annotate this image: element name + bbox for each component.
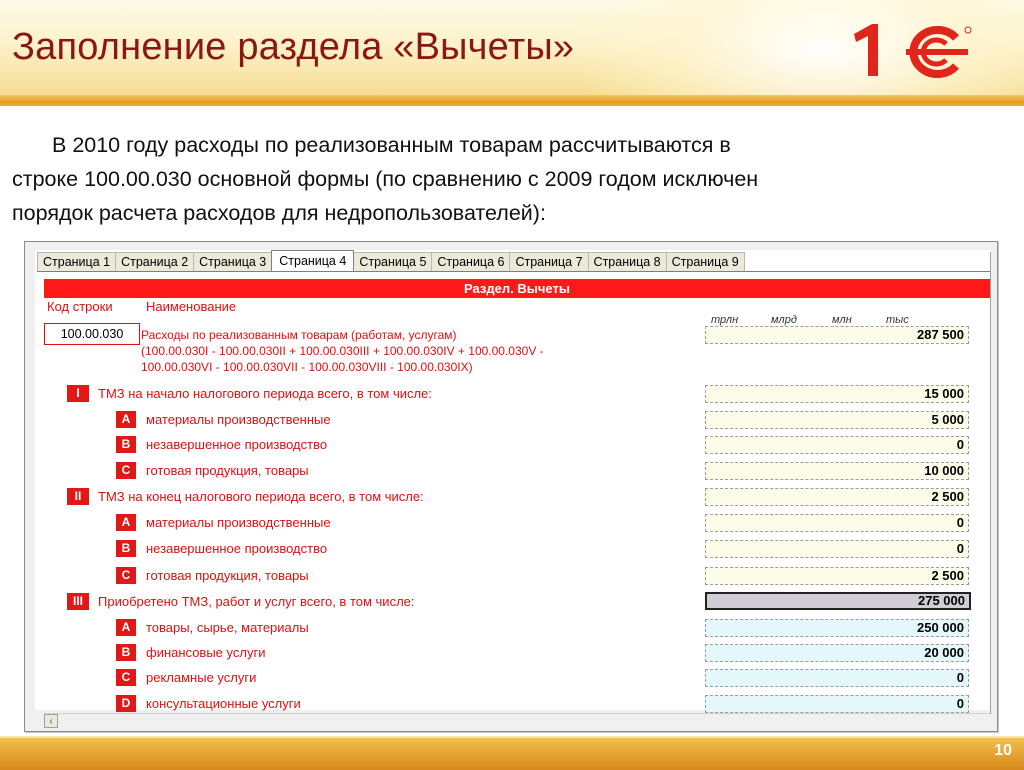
item-label-i-b: незавершенное производство — [146, 437, 328, 452]
tab-page-5[interactable]: Страница 5 — [353, 252, 433, 271]
item-label-iii-a: товары, сырье, материалы — [146, 620, 309, 635]
tab-page-7[interactable]: Страница 7 — [509, 252, 589, 271]
item-label-iii-c: рекламные услуги — [146, 670, 257, 685]
unit-trillion: трлн — [711, 314, 739, 326]
item-value-iii-c[interactable]: 0 — [705, 669, 969, 687]
main-row-description: Расходы по реализованным товарам (работа… — [141, 327, 701, 375]
item-badge-iii-c: C — [116, 669, 136, 686]
item-badge-ii-b: B — [116, 540, 136, 557]
section-badge-ii: II — [67, 488, 89, 505]
tab-page-4[interactable]: Страница 4 — [271, 250, 355, 271]
tab-page-3[interactable]: Страница 3 — [193, 252, 273, 271]
intro-paragraph: В 2010 году расходы по реализованным тов… — [12, 128, 1012, 230]
line-code-field[interactable]: 100.00.030 — [44, 323, 140, 345]
section-label-iii: Приобретено ТМЗ, работ и услуг всего, в … — [98, 594, 415, 609]
form-right-border — [990, 252, 991, 714]
item-value-ii-c[interactable]: 2 500 — [705, 567, 969, 585]
slide-title: Заполнение раздела «Вычеты» — [12, 26, 575, 68]
item-value-ii-a[interactable]: 0 — [705, 514, 969, 532]
section-badge-iii: III — [67, 593, 89, 610]
column-header-name: Наименование — [146, 299, 237, 314]
item-badge-ii-c: C — [116, 567, 136, 584]
column-header-code: Код строки — [47, 299, 113, 314]
item-label-iii-b: финансовые услуги — [146, 645, 266, 660]
item-value-i-a[interactable]: 5 000 — [705, 411, 969, 429]
item-badge-i-a: A — [116, 411, 136, 428]
horizontal-scrollbar[interactable]: ‹ — [44, 713, 990, 728]
section-badge-i: I — [67, 385, 89, 402]
1c-logo — [854, 24, 972, 78]
item-badge-iii-a: A — [116, 619, 136, 636]
section-label-ii: ТМЗ на конец налогового периода всего, в… — [98, 489, 424, 504]
item-badge-iii-d: D — [116, 695, 136, 712]
item-label-i-a: материалы производственные — [146, 412, 331, 427]
item-badge-ii-a: A — [116, 514, 136, 531]
page-number: 10 — [994, 742, 1012, 759]
item-value-iii-d[interactable]: 0 — [705, 695, 969, 713]
intro-line-3: порядок расчета расходов для недропользо… — [12, 201, 546, 225]
unit-million: млн — [832, 314, 852, 326]
item-label-ii-a: материалы производственные — [146, 515, 331, 530]
header-strip — [0, 95, 1024, 103]
chevron-left-icon[interactable]: ‹ — [44, 714, 58, 728]
slide-footer — [0, 736, 1024, 770]
section-value-i[interactable]: 15 000 — [705, 385, 969, 403]
tab-page-9[interactable]: Страница 9 — [665, 252, 745, 271]
item-value-ii-b[interactable]: 0 — [705, 540, 969, 558]
tab-page-2[interactable]: Страница 2 — [115, 252, 195, 271]
item-value-i-c[interactable]: 10 000 — [705, 462, 969, 480]
unit-billion: млрд — [771, 314, 797, 326]
item-value-iii-b[interactable]: 20 000 — [705, 644, 969, 662]
section-value-ii[interactable]: 2 500 — [705, 488, 969, 506]
main-desc-line-2: (100.00.030I - 100.00.030II + 100.00.030… — [141, 344, 544, 358]
item-label-ii-b: незавершенное производство — [146, 541, 328, 556]
intro-line-1: В 2010 году расходы по реализованным тов… — [52, 133, 731, 157]
item-value-iii-a[interactable]: 250 000 — [705, 619, 969, 637]
main-desc-line-3: 100.00.030VI - 100.00.030VII - 100.00.03… — [141, 360, 473, 374]
slide-header: Заполнение раздела «Вычеты» — [0, 0, 1024, 106]
tab-page-6[interactable]: Страница 6 — [431, 252, 511, 271]
item-badge-i-c: C — [116, 462, 136, 479]
section-label-i: ТМЗ на начало налогового периода всего, … — [98, 386, 432, 401]
intro-line-2: строке 100.00.030 основной формы (по сра… — [12, 167, 759, 191]
item-badge-i-b: B — [116, 436, 136, 453]
section-banner: Раздел. Вычеты — [44, 279, 990, 298]
item-badge-iii-b: B — [116, 644, 136, 661]
tab-page-1[interactable]: Страница 1 — [37, 252, 117, 271]
item-label-i-c: готовая продукция, товары — [146, 463, 309, 478]
main-row-value[interactable]: 287 500 — [705, 326, 969, 344]
item-label-ii-c: готовая продукция, товары — [146, 568, 309, 583]
tab-page-8[interactable]: Страница 8 — [587, 252, 667, 271]
item-label-iii-d: консультационные услуги — [146, 696, 301, 711]
main-desc-line-1: Расходы по реализованным товарам (работа… — [141, 328, 457, 342]
page-tabs: Страница 1 Страница 2 Страница 3 Страниц… — [37, 250, 991, 272]
section-value-iii[interactable]: 275 000 — [705, 592, 971, 610]
unit-thousand: тыс — [886, 314, 909, 326]
item-value-i-b[interactable]: 0 — [705, 436, 969, 454]
